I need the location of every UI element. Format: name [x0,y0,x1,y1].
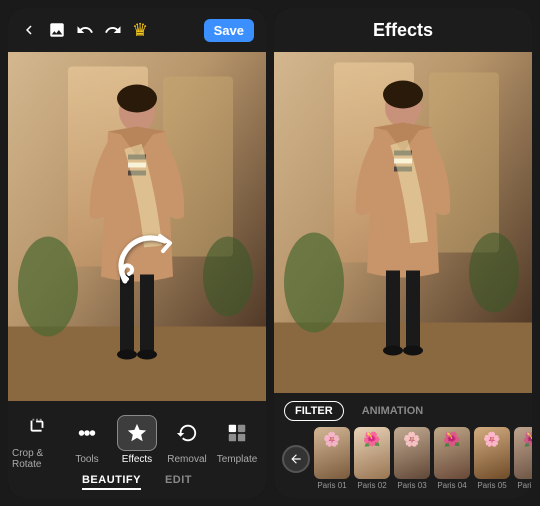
filter-paris04-label: Paris 04 [437,481,466,490]
template-icon [226,422,248,444]
filter-paris04[interactable]: 🌺 [434,427,470,479]
template-tool[interactable]: Template [212,415,262,465]
filter-decor-6: 🌺 [523,431,532,448]
filter-paris02-wrap: 🌺 Paris 02 [354,427,390,490]
filter-decor-3: 🌸 [403,431,420,448]
tool-row: Crop & Rotate Tools [8,409,266,470]
filter-decor-5: 🌸 [483,431,500,448]
back-arrow-icon [289,452,303,466]
right-header: Effects [274,8,532,52]
filter-decor-2: 🌺 [363,431,380,448]
filter-decor-4: 🌺 [443,431,460,448]
filter-paris03-wrap: 🌸 Paris 03 [394,427,430,490]
filter-thumb-inner-2: 🌺 [354,427,390,479]
tools-icon [76,422,98,444]
effects-tool[interactable]: Effects [112,415,162,465]
filter-decor-1: 🌸 [323,431,340,448]
filter-tab[interactable]: FILTER [284,401,344,421]
right-photo-svg [274,52,532,393]
tools-icon-wrap [67,415,107,451]
filter-thumb-inner-6: 🌺 [514,427,532,479]
filter-tab-row: FILTER ANIMATION [274,393,532,427]
filter-paris05-label: Paris 05 [477,481,506,490]
edit-tab[interactable]: EDIT [165,474,192,490]
filter-paris01-label: Paris 01 [317,481,346,490]
filter-thumb-inner-3: 🌸 [394,427,430,479]
filter-paris06-label: Paris 06 [517,481,532,490]
tools-label: Tools [75,454,98,465]
filter-paris01-wrap: 🌸 Paris 01 [314,427,350,490]
filter-thumb-inner-5: 🌸 [474,427,510,479]
crop-icon-wrap [17,409,57,445]
removal-icon-wrap [167,415,207,451]
removal-icon [176,422,198,444]
toolbar-left-group: ♛ [20,20,148,41]
filter-strips: 🌸 Paris 01 🌺 Paris 02 🌸 [274,427,532,498]
photo-placeholder [8,52,266,401]
crop-label: Crop & Rotate [12,448,62,470]
right-photo-area [274,52,532,393]
redo-icon[interactable] [104,21,122,39]
crop-icon [26,416,48,438]
filter-paris06[interactable]: 🌺 [514,427,532,479]
tools-tool[interactable]: Tools [62,415,112,465]
tab-row: BEAUTIFY EDIT [8,474,266,494]
filter-paris02[interactable]: 🌺 [354,427,390,479]
effects-icon-wrap [117,415,157,451]
crop-rotate-tool[interactable]: Crop & Rotate [12,409,62,470]
left-panel: ♛ Save [8,8,266,498]
filter-back-button[interactable] [282,445,310,473]
filter-paris03-label: Paris 03 [397,481,426,490]
template-label: Template [217,454,258,465]
filter-paris04-wrap: 🌺 Paris 04 [434,427,470,490]
photo-area [8,52,266,401]
filter-thumb-inner: 🌸 [314,427,350,479]
beautify-tab[interactable]: BEAUTIFY [82,474,141,490]
save-button[interactable]: Save [204,19,254,42]
filter-paris06-wrap: 🌺 Paris 06 [514,427,532,490]
left-toolbar: ♛ Save [8,8,266,52]
effects-label: Effects [122,454,152,465]
crown-icon[interactable]: ♛ [132,20,148,41]
filter-paris03[interactable]: 🌸 [394,427,430,479]
animation-tab[interactable]: ANIMATION [352,402,434,420]
filter-paris02-label: Paris 02 [357,481,386,490]
photo-svg [8,52,266,401]
effects-title: Effects [373,20,433,41]
effects-icon [126,422,148,444]
template-icon-wrap [217,415,257,451]
back-icon[interactable] [20,21,38,39]
undo-icon[interactable] [76,21,94,39]
image-icon[interactable] [48,21,66,39]
bottom-bar: Crop & Rotate Tools [8,401,266,498]
filter-thumb-inner-4: 🌺 [434,427,470,479]
filter-paris05-wrap: 🌸 Paris 05 [474,427,510,490]
filter-paris01[interactable]: 🌸 [314,427,350,479]
right-panel: Effects [274,8,532,498]
removal-label: Removal [167,454,206,465]
removal-tool[interactable]: Removal [162,415,212,465]
right-bottom: FILTER ANIMATION 🌸 Paris 01 [274,393,532,498]
filter-paris05[interactable]: 🌸 [474,427,510,479]
